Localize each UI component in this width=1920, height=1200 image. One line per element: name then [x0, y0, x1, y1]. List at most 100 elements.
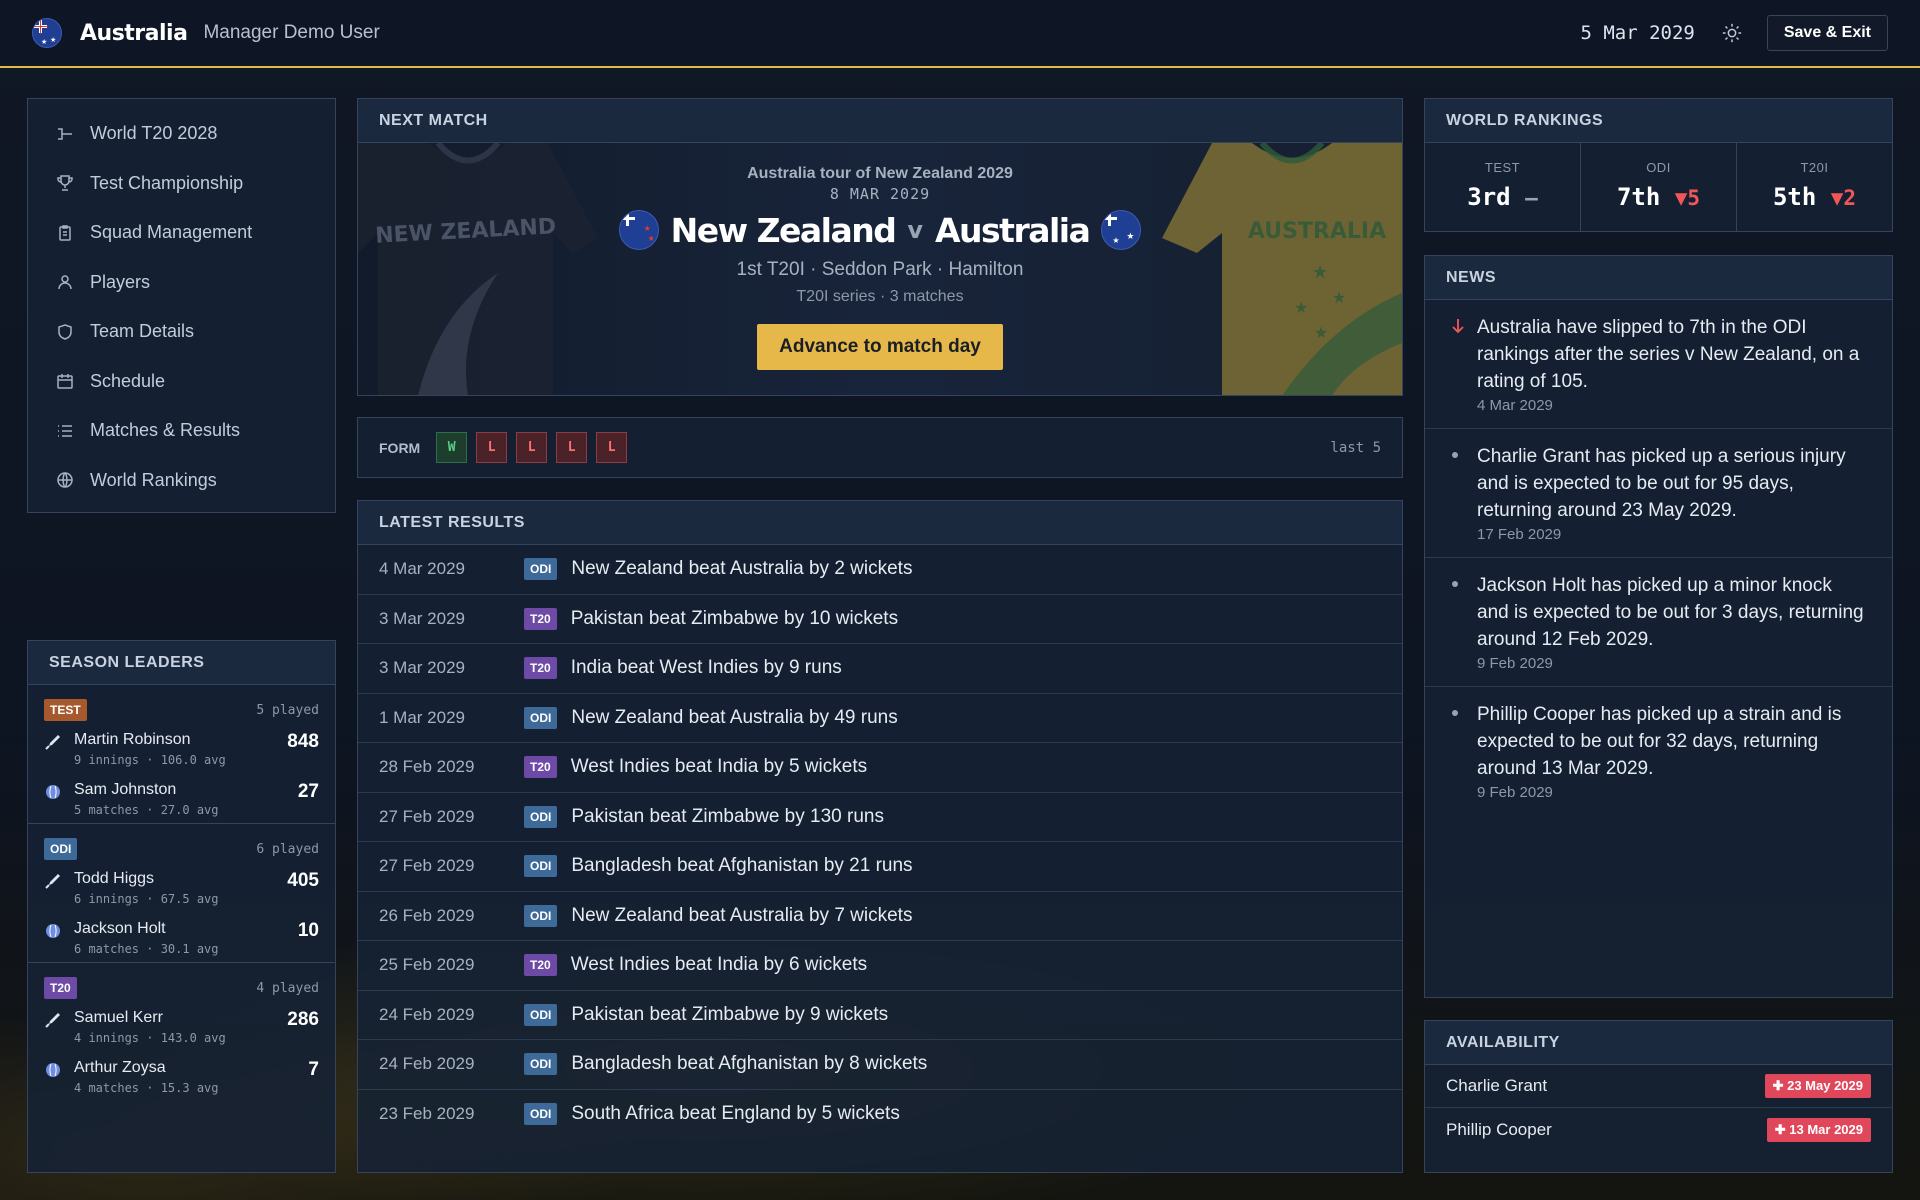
result-text: Bangladesh beat Afghanistan by 21 runs	[571, 855, 913, 877]
result-row[interactable]: 27 Feb 2029 ODI Pakistan beat Zimbabwe by …	[358, 793, 1402, 842]
leader-name: Sam Johnston	[74, 781, 177, 798]
matchup: ★ ★ New Zealand v Australia ★ ★	[598, 207, 1162, 253]
played-count: 6 played	[256, 841, 319, 857]
news-item[interactable]: Jackson Holt has picked up a minor knock…	[1425, 558, 1892, 687]
leader-name: Todd Higgs	[74, 870, 155, 887]
down-arrow-icon	[1452, 319, 1464, 334]
ranking-position: 7th	[1616, 183, 1661, 211]
result-row[interactable]: 24 Feb 2029 ODI Pakistan beat Zimbabwe by …	[358, 991, 1402, 1040]
news-text: Australia have slipped to 7th in the ODI…	[1477, 317, 1860, 392]
sidebar-item-matches-results[interactable]: Matches & Results	[28, 406, 335, 456]
result-date: 1 Mar 2029	[379, 707, 465, 727]
played-count: 5 played	[256, 702, 319, 718]
versus-label: v	[907, 216, 923, 244]
result-text: New Zealand beat Australia by 7 wickets	[571, 904, 913, 926]
sidebar-item-squad-management[interactable]: Squad Management	[28, 208, 335, 258]
news-text: Charlie Grant has picked up a serious in…	[1477, 446, 1846, 521]
format-badge: ODI	[524, 1103, 558, 1126]
save-exit-button[interactable]: Save & Exit	[1766, 15, 1888, 51]
panel-title: SEASON LEADERS	[28, 641, 335, 685]
form-panel: FORM W L L L L last 5	[357, 417, 1403, 478]
news-date: 9 Feb 2029	[1477, 784, 1553, 801]
tour-name: Australia tour of New Zealand 2029	[747, 165, 1013, 182]
panel-title: NEXT MATCH	[358, 99, 1402, 143]
sidebar-item-players[interactable]: Players	[28, 258, 335, 308]
home-team: New Zealand	[670, 210, 897, 250]
season-leaders-panel: SEASON LEADERS TEST 5 played Martin Robi…	[27, 640, 336, 1173]
leader-stats: 9 innings · 106.0 avg	[74, 753, 226, 767]
result-row[interactable]: 27 Feb 2029 ODI Bangladesh beat Afghanista…	[358, 842, 1402, 892]
manager-name: Manager Demo User	[203, 22, 380, 43]
panel-title: LATEST RESULTS	[358, 501, 1402, 545]
sidebar-item-world-rankings[interactable]: World Rankings	[28, 456, 335, 506]
leader-name: Jackson Holt	[74, 920, 166, 937]
match-venue: 1st T20I · Seddon Park · Hamilton	[736, 259, 1024, 280]
svg-text:★: ★	[1294, 300, 1308, 317]
sidebar-nav: World T20 2028 Test Championship Squad M…	[27, 98, 336, 513]
advance-to-match-day-button[interactable]: Advance to match day	[757, 324, 1003, 370]
news-date: 4 Mar 2029	[1477, 397, 1553, 414]
result-text: India beat West Indies by 9 runs	[570, 657, 842, 679]
availability-row[interactable]: Phillip Cooper ✚ 13 Mar 2029	[1425, 1108, 1892, 1151]
news-item[interactable]: Phillip Cooper has picked up a strain an…	[1425, 687, 1892, 815]
sidebar-item-world-t20[interactable]: World T20 2028	[28, 109, 335, 159]
news-text: Phillip Cooper has picked up a strain an…	[1477, 704, 1842, 779]
news-item[interactable]: Charlie Grant has picked up a serious in…	[1425, 429, 1892, 558]
format-badge: T20	[524, 657, 557, 680]
top-bar: ★ ★ Australia Manager Demo User 5 Mar 20…	[0, 0, 1920, 68]
format-tag: ODI	[44, 838, 78, 860]
result-date: 25 Feb 2029	[379, 955, 475, 975]
sidebar-item-schedule[interactable]: Schedule	[28, 357, 335, 407]
leader-row[interactable]: Martin Robinson 9 innings · 106.0 avg 84…	[44, 723, 319, 773]
away-team: Australia	[935, 210, 1091, 250]
ranking-format: TEST	[1484, 160, 1521, 175]
sidebar-item-label: Team Details	[90, 321, 195, 342]
ranking-position: 5th	[1772, 183, 1817, 211]
ranking-test[interactable]: TEST 3rd —	[1425, 143, 1581, 232]
form-range-label: last 5	[1330, 439, 1381, 456]
result-row[interactable]: 28 Feb 2029 T20 West Indies beat India by …	[358, 743, 1402, 793]
ranking-odi[interactable]: ODI 7th ▼5	[1581, 143, 1737, 232]
leader-name: Martin Robinson	[74, 731, 191, 748]
leader-name: Samuel Kerr	[74, 1009, 163, 1026]
ranking-t20i[interactable]: T20I 5th ▼2	[1737, 143, 1892, 232]
result-date: 27 Feb 2029	[379, 856, 475, 876]
bat-icon	[45, 1013, 60, 1028]
leader-row[interactable]: Arthur Zoysa 4 matches · 15.3 avg 7	[44, 1051, 319, 1101]
sidebar-item-label: Squad Management	[90, 222, 253, 243]
availability-row[interactable]: Charlie Grant ✚ 23 May 2029	[1425, 1065, 1892, 1108]
world-rankings-panel: WORLD RANKINGS TEST 3rd — ODI 7th ▼5 T20…	[1424, 98, 1893, 232]
result-row[interactable]: 4 Mar 2029 ODI New Zealand beat Australia …	[358, 545, 1402, 595]
result-row[interactable]: 24 Feb 2029 ODI Bangladesh beat Afghanista…	[358, 1040, 1402, 1090]
leader-row[interactable]: Jackson Holt 6 matches · 30.1 avg 10	[44, 912, 319, 962]
away-jersey-text: AUSTRALIA	[1248, 219, 1386, 244]
result-text: West Indies beat India by 5 wickets	[570, 756, 868, 778]
leader-stats: 6 matches · 30.1 avg	[74, 942, 219, 956]
leader-row[interactable]: Todd Higgs 6 innings · 67.5 avg 405	[44, 862, 319, 912]
leader-row[interactable]: Samuel Kerr 4 innings · 143.0 avg 286	[44, 1001, 319, 1051]
result-row[interactable]: 3 Mar 2029 T20 India beat West Indies by 9…	[358, 644, 1402, 694]
result-row[interactable]: 1 Mar 2029 ODI New Zealand beat Australia …	[358, 694, 1402, 743]
sidebar-item-label: Test Championship	[90, 172, 244, 193]
sidebar-item-label: Schedule	[90, 370, 166, 391]
result-date: 3 Mar 2029	[379, 608, 465, 628]
ranking-change: ▼5	[1674, 186, 1701, 210]
news-date: 17 Feb 2029	[1477, 526, 1562, 543]
format-badge: T20	[524, 756, 557, 779]
match-date: 8 MAR 2029	[829, 185, 931, 203]
form-result: L	[476, 432, 508, 463]
sidebar-item-team-details[interactable]: Team Details	[28, 307, 335, 357]
result-row[interactable]: 3 Mar 2029 T20 Pakistan beat Zimbabwe by 1…	[358, 595, 1402, 644]
current-date: 5 Mar 2029	[1580, 22, 1695, 44]
leader-section-test: TEST 5 played Martin Robinson 9 innings …	[28, 685, 335, 824]
sidebar-item-test-championship[interactable]: Test Championship	[28, 159, 335, 209]
result-row[interactable]: 25 Feb 2029 T20 West Indies beat India by …	[358, 941, 1402, 991]
format-badge: ODI	[524, 805, 558, 828]
calendar-icon	[57, 374, 73, 389]
ranking-format: ODI	[1646, 160, 1671, 175]
result-row[interactable]: 26 Feb 2029 ODI New Zealand beat Australia…	[358, 892, 1402, 941]
result-row[interactable]: 23 Feb 2029 ODI South Africa beat England …	[358, 1090, 1402, 1140]
news-item[interactable]: Australia have slipped to 7th in the ODI…	[1425, 300, 1892, 429]
sun-icon[interactable]	[1721, 22, 1743, 44]
leader-row[interactable]: Sam Johnston 5 matches · 27.0 avg 27	[44, 773, 319, 823]
